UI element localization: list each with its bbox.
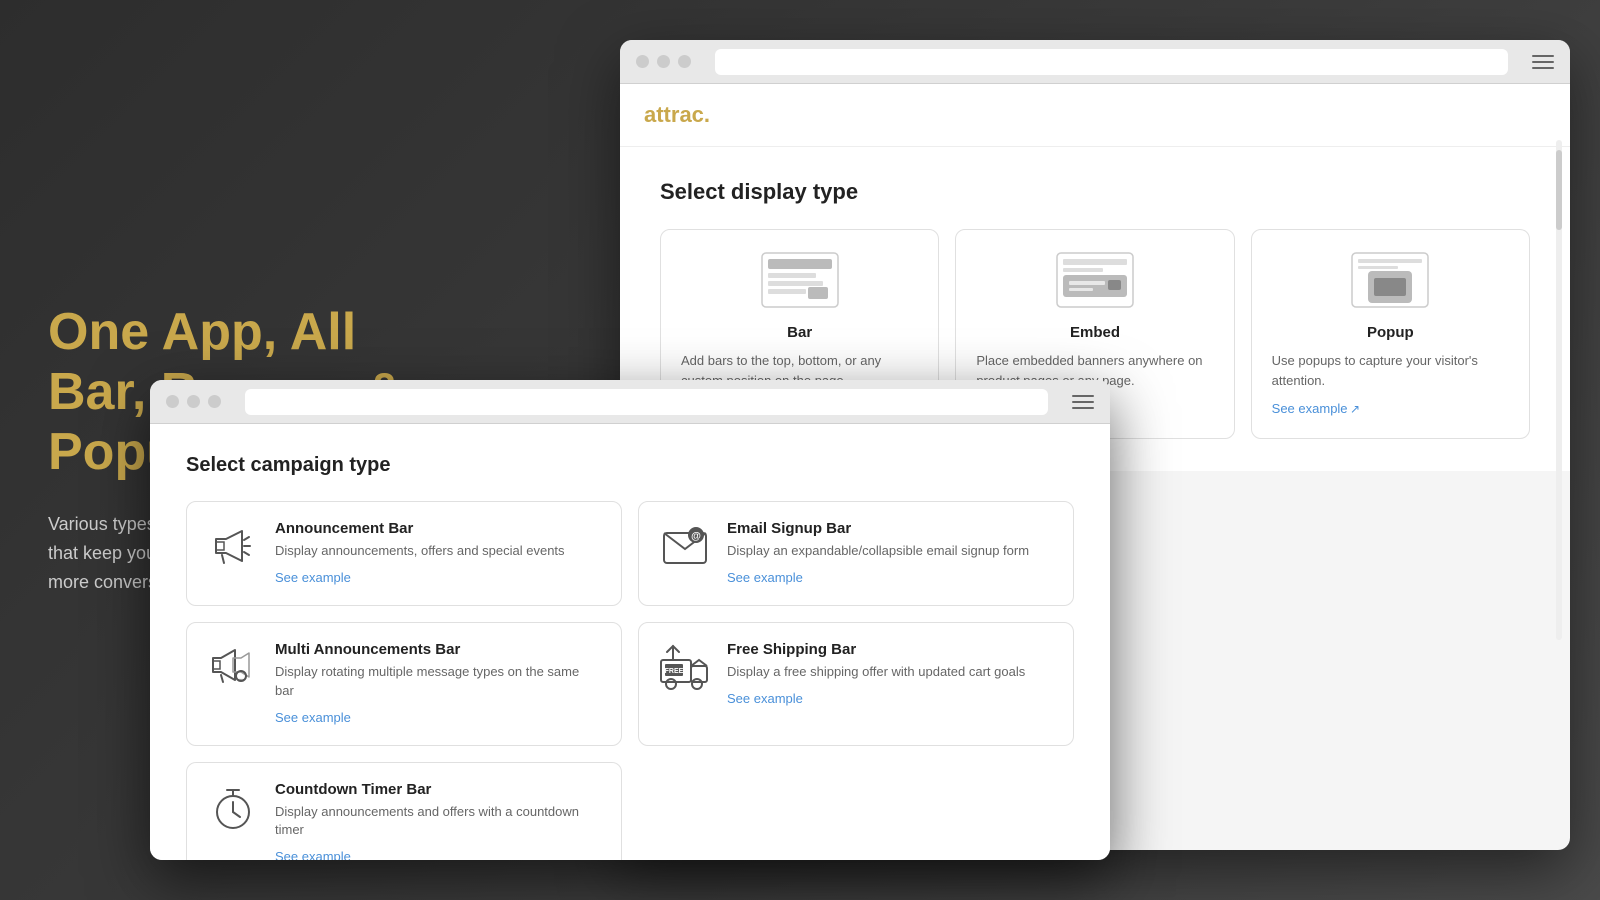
select-campaign-title: Select campaign type	[186, 454, 1074, 477]
countdown-timer-bar-info: Countdown Timer Bar Display announcement…	[275, 781, 601, 860]
free-shipping-bar-example-link[interactable]: See example	[727, 691, 803, 706]
countdown-timer-bar-example-link[interactable]: See example	[275, 849, 351, 860]
free-shipping-bar-info: Free Shipping Bar Display a free shippin…	[727, 641, 1025, 708]
popup-card-desc: Use popups to capture your visitor's att…	[1272, 351, 1509, 390]
bar-card-title: Bar	[681, 324, 918, 341]
campaign-card-shipping[interactable]: FREE Free Shipping Bar Display a free sh…	[638, 622, 1074, 746]
email-signup-bar-icon: @	[659, 520, 711, 572]
multi-announcements-bar-title: Multi Announcements Bar	[275, 641, 601, 658]
traffic-lights	[636, 55, 691, 68]
free-shipping-bar-title: Free Shipping Bar	[727, 641, 1025, 658]
campaign-content: Select campaign type Announcement Bar	[150, 424, 1110, 860]
scrollbar-track[interactable]	[1556, 140, 1562, 640]
email-signup-bar-title: Email Signup Bar	[727, 520, 1029, 537]
countdown-timer-bar-title: Countdown Timer Bar	[275, 781, 601, 798]
logo-text: attrac	[644, 102, 704, 127]
countdown-timer-bar-desc: Display announcements and offers with a …	[275, 803, 601, 841]
svg-text:FREE: FREE	[665, 668, 684, 675]
dot-green	[678, 55, 691, 68]
campaign-card-announcement[interactable]: Announcement Bar Display announcements, …	[186, 501, 622, 606]
logo-dot: .	[704, 102, 710, 127]
campaign-card-multi[interactable]: ... Multi Announcements Bar Display rota…	[186, 622, 622, 746]
free-shipping-bar-icon: FREE	[659, 641, 711, 693]
select-display-title: Select display type	[660, 179, 1530, 205]
multi-announcements-bar-info: Multi Announcements Bar Display rotating…	[275, 641, 601, 727]
announcement-bar-title: Announcement Bar	[275, 520, 565, 537]
announcement-bar-info: Announcement Bar Display announcements, …	[275, 520, 565, 587]
bar-icon	[760, 250, 840, 310]
front-url-bar[interactable]	[245, 389, 1048, 415]
embed-card-title: Embed	[976, 324, 1213, 341]
email-signup-bar-desc: Display an expandable/collapsible email …	[727, 542, 1029, 561]
front-browser-titlebar	[150, 380, 1110, 424]
campaign-card-countdown[interactable]: Countdown Timer Bar Display announcement…	[186, 762, 622, 860]
popup-card-title: Popup	[1272, 324, 1509, 341]
multi-announcements-bar-example-link[interactable]: See example	[275, 710, 351, 725]
scrollbar-thumb[interactable]	[1556, 150, 1562, 230]
svg-text:...: ...	[238, 675, 244, 682]
hamburger-menu[interactable]	[1532, 55, 1554, 69]
front-traffic-lights	[166, 395, 221, 408]
announcement-bar-icon	[207, 520, 259, 572]
url-bar[interactable]	[715, 49, 1508, 75]
multi-announcements-bar-desc: Display rotating multiple message types …	[275, 663, 601, 701]
front-browser-window: Select campaign type Announcement Bar	[150, 380, 1110, 860]
campaign-grid: Announcement Bar Display announcements, …	[186, 501, 1074, 860]
dot-red	[636, 55, 649, 68]
display-card-popup[interactable]: Popup Use popups to capture your visitor…	[1251, 229, 1530, 439]
front-dot-yellow	[187, 395, 200, 408]
embed-icon	[1055, 250, 1135, 310]
popup-icon	[1350, 250, 1430, 310]
svg-text:@: @	[691, 531, 701, 542]
front-dot-green	[208, 395, 221, 408]
announcement-bar-desc: Display announcements, offers and specia…	[275, 542, 565, 561]
countdown-timer-bar-icon	[207, 781, 259, 833]
multi-announcements-bar-icon: ...	[207, 641, 259, 693]
email-signup-bar-example-link[interactable]: See example	[727, 570, 803, 585]
front-hamburger-menu[interactable]	[1072, 395, 1094, 409]
campaign-card-email[interactable]: @ Email Signup Bar Display an expandable…	[638, 501, 1074, 606]
attrac-logo: attrac.	[620, 84, 1570, 147]
email-signup-bar-info: Email Signup Bar Display an expandable/c…	[727, 520, 1029, 587]
dot-yellow	[657, 55, 670, 68]
external-link-icon: ↗	[1350, 402, 1360, 416]
popup-see-example-link[interactable]: See example	[1272, 401, 1348, 416]
announcement-bar-example-link[interactable]: See example	[275, 570, 351, 585]
back-browser-titlebar	[620, 40, 1570, 84]
front-dot-red	[166, 395, 179, 408]
free-shipping-bar-desc: Display a free shipping offer with updat…	[727, 663, 1025, 682]
